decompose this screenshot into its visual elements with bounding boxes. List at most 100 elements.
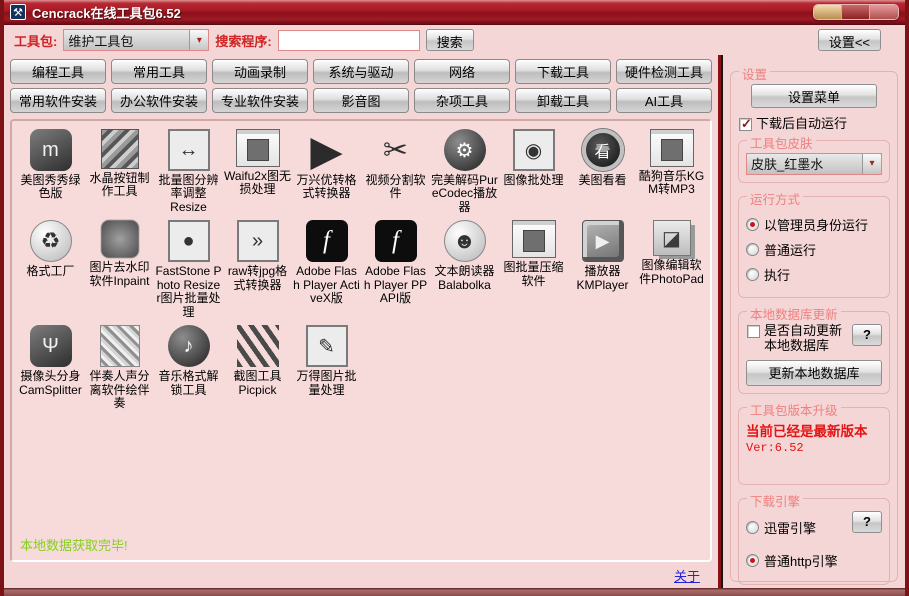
auto-run-checkbox[interactable]: 下载后自动运行: [739, 117, 890, 132]
app-item[interactable]: ♪音乐格式解锁工具: [154, 325, 223, 410]
radio-unselected-icon: [746, 268, 759, 281]
main-area: 编程工具常用工具动画录制系统与驱动网络下载工具硬件检测工具 常用软件安装办公软件…: [4, 55, 718, 588]
app-item[interactable]: ✂视频分割软件: [361, 129, 430, 214]
tab-button[interactable]: 专业软件安装: [212, 88, 308, 113]
skin-select[interactable]: 皮肤_红墨水 ▾: [746, 153, 882, 175]
close-button[interactable]: [870, 5, 898, 19]
package-select[interactable]: 维护工具包 ▾: [63, 29, 209, 51]
version-group: 工具包版本升级 当前已经是最新版本 Ver:6.52: [738, 407, 890, 485]
app-item[interactable]: 酷狗音乐KGM转MP3: [637, 129, 706, 214]
app-label: 美图秀秀绿色版: [17, 174, 84, 201]
minimize-button[interactable]: [814, 5, 842, 19]
app-item[interactable]: ⚙完美解码PureCodec播放器: [430, 129, 499, 214]
search-input[interactable]: [278, 30, 420, 51]
app-item[interactable]: ✎万得图片批量处理: [292, 325, 361, 410]
maximize-button[interactable]: [842, 5, 870, 19]
db-help-button[interactable]: ?: [852, 324, 882, 346]
radio-unselected-icon: [746, 243, 759, 256]
photopad-stack-icon: ◪: [653, 220, 691, 256]
tab-button[interactable]: AI工具: [616, 88, 712, 113]
run-mode-option[interactable]: 普通运行: [746, 240, 882, 259]
run-mode-label: 以管理员身份运行: [764, 215, 868, 234]
skin-select-value: 皮肤_红墨水: [747, 154, 862, 173]
tab-button[interactable]: 网络: [414, 59, 510, 84]
app-item[interactable]: ↔批量图分辨率调整 Resize: [154, 129, 223, 214]
vocal-remover-anime-icon: [100, 325, 140, 367]
tab-button[interactable]: 下载工具: [515, 59, 611, 84]
skin-group: 工具包皮肤 皮肤_红墨水 ▾: [738, 140, 890, 183]
about-link[interactable]: 关于: [674, 566, 700, 585]
app-item[interactable]: ●FastStone Photo Resizer图片批量处理: [154, 220, 223, 319]
image-batch-camera-icon: ◉: [513, 129, 555, 171]
batch-compress-window-icon: [512, 220, 556, 258]
run-mode-option[interactable]: 执行: [746, 265, 882, 284]
tab-button[interactable]: 动画录制: [212, 59, 308, 84]
search-button[interactable]: 搜索: [426, 29, 474, 51]
app-item[interactable]: ◪图像编辑软件PhotoPad: [637, 220, 706, 319]
app-item[interactable]: ♻格式工厂: [16, 220, 85, 319]
tab-button[interactable]: 系统与驱动: [313, 59, 409, 84]
flash-activex-icon: f: [306, 220, 348, 262]
app-label: 文本朗读器 Balabolka: [431, 265, 498, 292]
app-item[interactable]: ▶播放器 KMPlayer: [568, 220, 637, 319]
window-title: Cencrack在线工具包6.52: [32, 3, 181, 22]
app-item[interactable]: fAdobe Flash Player ActiveX版: [292, 220, 361, 319]
run-mode-option[interactable]: 以管理员身份运行: [746, 215, 882, 234]
app-label: Adobe Flash Player ActiveX版: [293, 265, 360, 305]
db-update-group-label: 本地数据库更新: [747, 304, 841, 323]
window-body: 编程工具常用工具动画录制系统与驱动网络下载工具硬件检测工具 常用软件安装办公软件…: [4, 55, 905, 588]
app-item[interactable]: 水晶按钮制作工具: [85, 129, 154, 214]
app-label: 截图工具 Picpick: [224, 370, 291, 397]
settings-toggle-button[interactable]: 设置<<: [818, 29, 881, 51]
version-group-label: 工具包版本升级: [747, 400, 841, 419]
settings-menu-button[interactable]: 设置菜单: [751, 84, 877, 108]
inpaint-blur-icon: [101, 220, 139, 258]
meitu-kankan-badge-icon: 看: [582, 129, 624, 171]
download-engine-group-label: 下载引擎: [747, 491, 803, 510]
app-label: 视频分割软件: [362, 174, 429, 201]
tab-button[interactable]: 办公软件安装: [111, 88, 207, 113]
app-item[interactable]: Waifu2x图无损处理: [223, 129, 292, 214]
app-item[interactable]: 伴奏人声分离软件绘伴奏: [85, 325, 154, 410]
tab-row-2: 常用软件安装办公软件安装专业软件安装影音图杂项工具卸载工具AI工具: [10, 88, 712, 113]
chevron-down-icon: ▾: [862, 154, 881, 174]
tab-button[interactable]: 杂项工具: [414, 88, 510, 113]
about-row: 关于: [10, 562, 712, 588]
tab-button[interactable]: 常用软件安装: [10, 88, 106, 113]
tab-button[interactable]: 卸载工具: [515, 88, 611, 113]
engine-option[interactable]: 迅雷引擎: [746, 518, 838, 537]
app-item[interactable]: 看美图看看: [568, 129, 637, 214]
app-item[interactable]: ◉图像批处理: [499, 129, 568, 214]
app-icon: ⚒: [10, 4, 26, 20]
app-label: 美图看看: [569, 174, 636, 187]
music-unlock-icon: ♪: [168, 325, 210, 367]
search-label: 搜索程序:: [215, 31, 271, 50]
kmplayer-cube-icon: ▶: [582, 220, 624, 262]
app-window: ⚒ Cencrack在线工具包6.52 工具包: 维护工具包 ▾ 搜索程序: 搜…: [0, 0, 909, 596]
faststone-resizer-icon: ●: [168, 220, 210, 262]
download-engine-group: 下载引擎 迅雷引擎普通http引擎 ?: [738, 498, 890, 585]
db-auto-checkbox[interactable]: 是否自动更新本地数据库: [747, 324, 852, 354]
db-update-group: 本地数据库更新 是否自动更新本地数据库 ? 更新本地数据库: [738, 311, 890, 394]
engine-help-button[interactable]: ?: [852, 511, 882, 533]
app-item[interactable]: ▶万兴优转格式转换器: [292, 129, 361, 214]
tab-button[interactable]: 影音图: [313, 88, 409, 113]
version-number-text: Ver:6.52: [746, 441, 882, 455]
app-item[interactable]: 图批量压缩软件: [499, 220, 568, 319]
tab-button[interactable]: 编程工具: [10, 59, 106, 84]
status-text: 本地数据获取完毕!: [20, 535, 128, 554]
app-item[interactable]: 图片去水印软件Inpaint: [85, 220, 154, 319]
app-item[interactable]: m美图秀秀绿色版: [16, 129, 85, 214]
db-update-button[interactable]: 更新本地数据库: [746, 360, 882, 386]
tab-button[interactable]: 常用工具: [111, 59, 207, 84]
app-item[interactable]: Ψ摄像头分身 CamSplitter: [16, 325, 85, 410]
app-item[interactable]: 截图工具 Picpick: [223, 325, 292, 410]
engine-option[interactable]: 普通http引擎: [746, 551, 838, 570]
app-item[interactable]: »raw转jpg格式转换器: [223, 220, 292, 319]
picpick-stripes-icon: [237, 325, 279, 367]
app-item[interactable]: ☻文本朗读器 Balabolka: [430, 220, 499, 319]
app-item[interactable]: fAdobe Flash Player PPAPI版: [361, 220, 430, 319]
app-label: Waifu2x图无损处理: [224, 170, 291, 197]
tab-button[interactable]: 硬件检测工具: [616, 59, 712, 84]
flash-ppapi-icon: f: [375, 220, 417, 262]
